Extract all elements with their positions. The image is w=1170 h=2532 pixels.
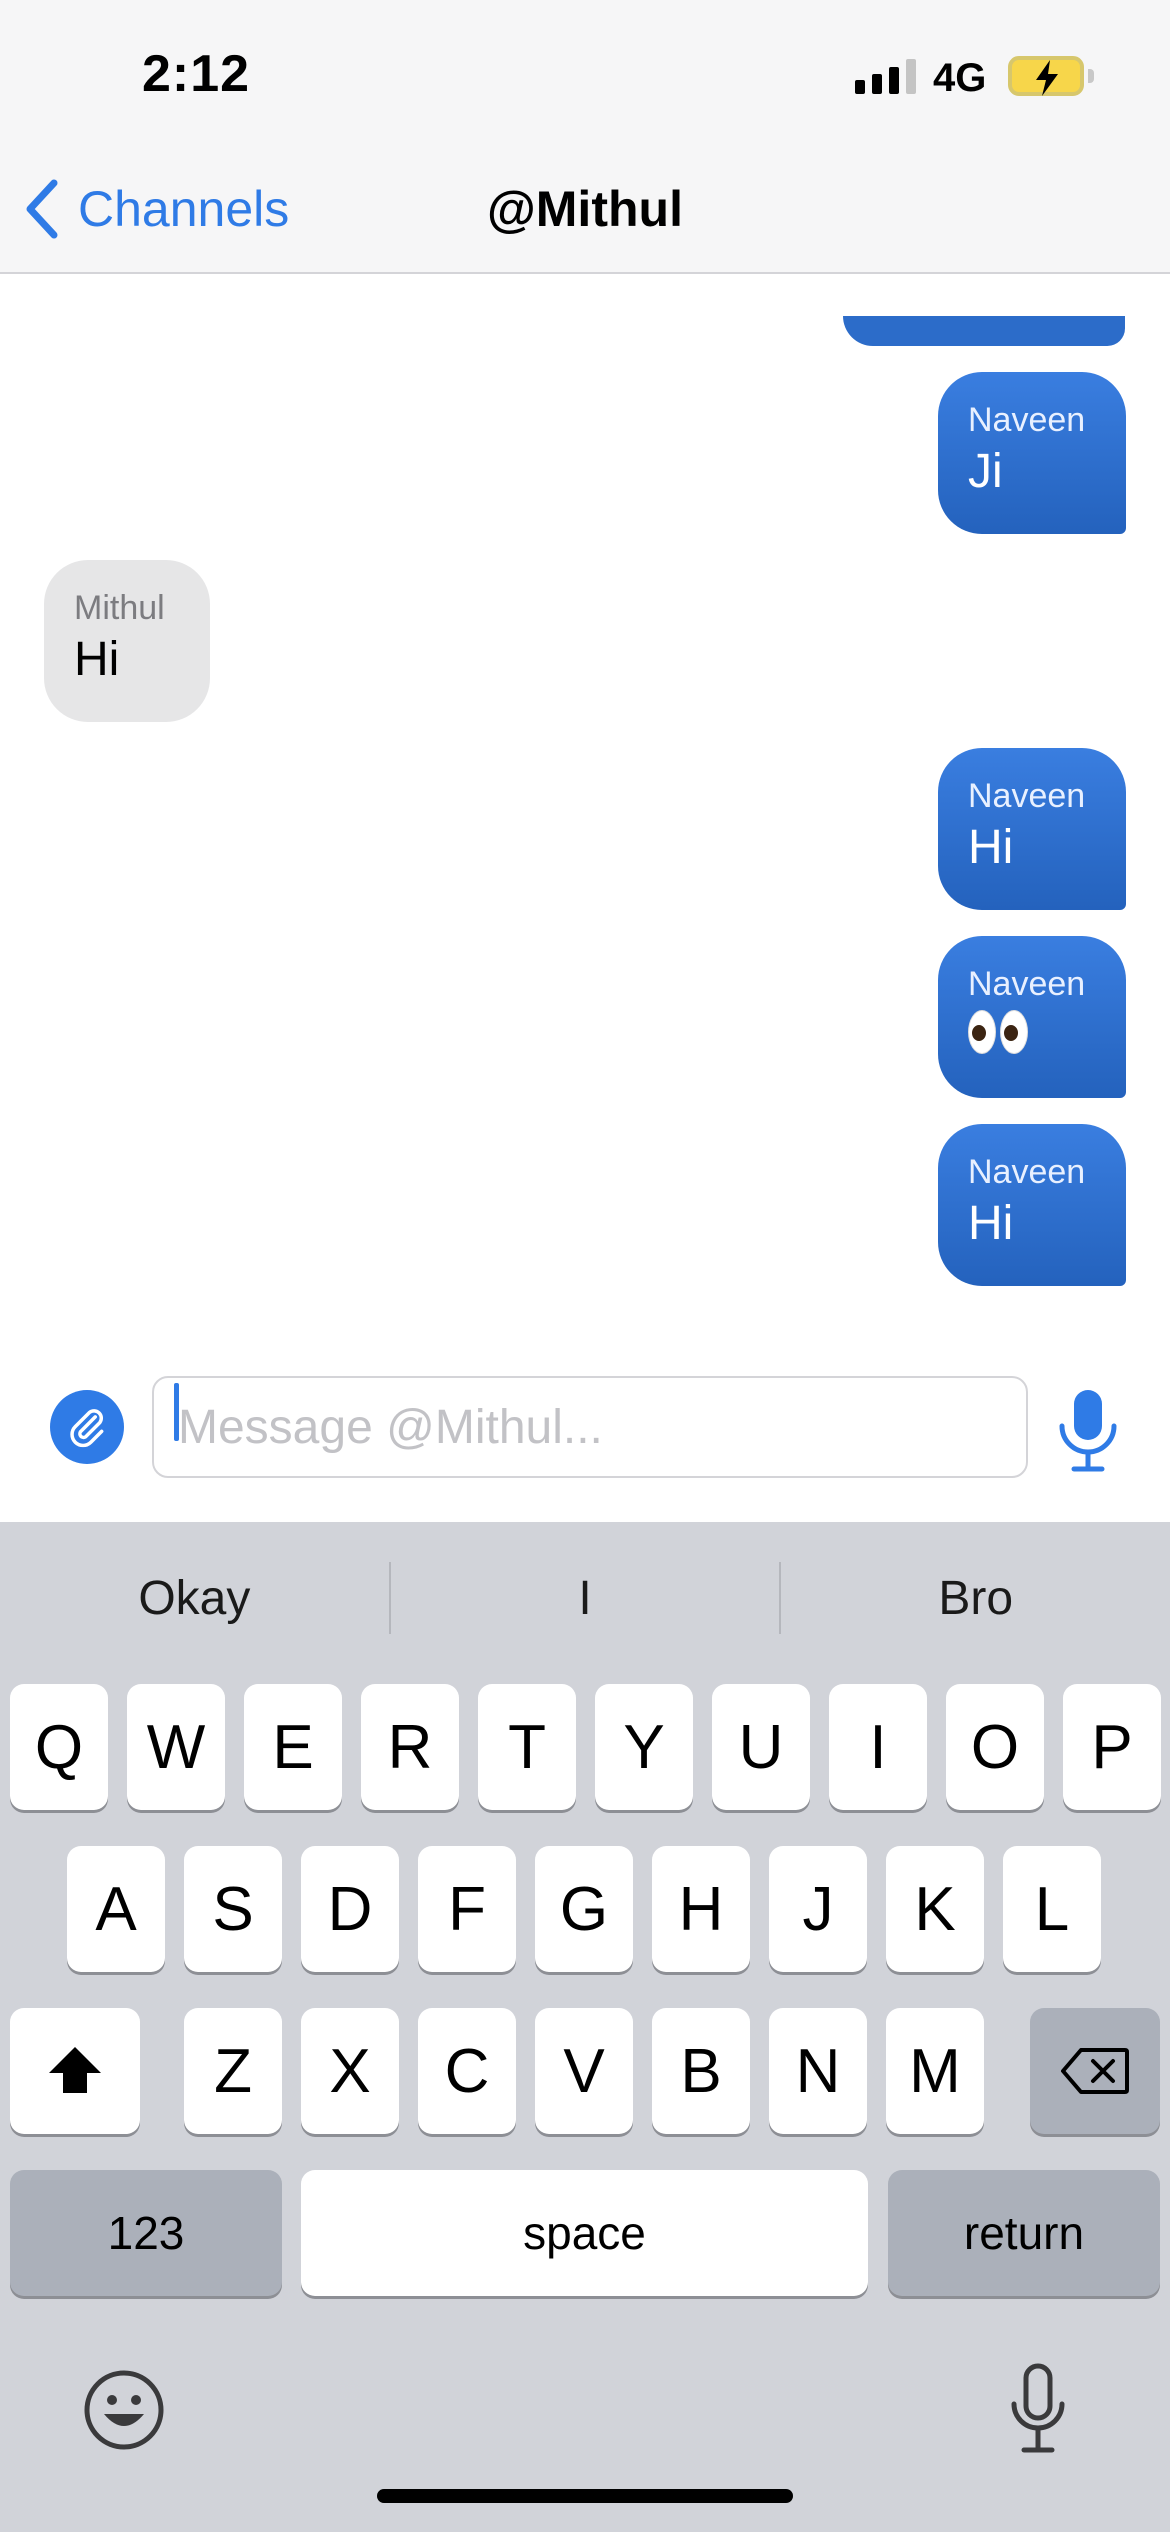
message-bubble-outgoing[interactable]: Naveen — [938, 936, 1126, 1098]
message-bubble-outgoing[interactable]: Naveen Hi — [938, 748, 1126, 910]
message-sender: Naveen — [968, 401, 1086, 439]
home-indicator[interactable] — [377, 2489, 793, 2503]
key-r[interactable]: R — [361, 1684, 459, 1810]
key-u[interactable]: U — [712, 1684, 810, 1810]
battery-icon — [1008, 56, 1084, 96]
key-n[interactable]: N — [769, 2008, 867, 2134]
eye-right — [1000, 1010, 1028, 1054]
key-x[interactable]: X — [301, 2008, 399, 2134]
keyboard: Okay I Bro Q W E R T Y U I O P A S D F G… — [0, 1522, 1170, 2532]
key-g[interactable]: G — [535, 1846, 633, 1972]
suggestion-item[interactable]: Bro — [781, 1571, 1170, 1626]
message-text: Hi — [968, 1197, 1014, 1250]
key-o[interactable]: O — [946, 1684, 1044, 1810]
suggestion-item[interactable]: Okay — [0, 1571, 389, 1626]
key-v[interactable]: V — [535, 2008, 633, 2134]
key-z[interactable]: Z — [184, 2008, 282, 2134]
message-bubble-outgoing[interactable]: Naveen Hi — [938, 1124, 1126, 1286]
shift-icon — [49, 2047, 101, 2093]
message-sender: Naveen — [968, 965, 1086, 1003]
key-i[interactable]: I — [829, 1684, 927, 1810]
shift-key[interactable] — [10, 2008, 140, 2134]
charging-bolt-icon — [1036, 60, 1058, 96]
dictation-button[interactable] — [1008, 2362, 1068, 2458]
key-w[interactable]: W — [127, 1684, 225, 1810]
battery-tip — [1088, 69, 1094, 83]
microphone-icon — [1011, 2363, 1065, 2453]
attach-button[interactable] — [50, 1390, 124, 1464]
key-y[interactable]: Y — [595, 1684, 693, 1810]
message-text: Ji — [968, 445, 1003, 498]
message-sender: Mithul — [74, 589, 165, 627]
key-e[interactable]: E — [244, 1684, 342, 1810]
text-cursor — [174, 1383, 179, 1441]
message-sender: Naveen — [968, 1153, 1086, 1191]
key-d[interactable]: D — [301, 1846, 399, 1972]
status-bar: 2:12 4G — [0, 0, 1170, 150]
status-time: 2:12 — [142, 45, 251, 103]
eye-left — [968, 1010, 996, 1054]
partial-message-bubble — [843, 316, 1125, 346]
cellular-signal-icon — [855, 58, 916, 94]
message-input[interactable] — [152, 1376, 1028, 1478]
key-s[interactable]: S — [184, 1846, 282, 1972]
message-text: Hi — [74, 633, 120, 686]
key-t[interactable]: T — [478, 1684, 576, 1810]
suggestion-item[interactable]: I — [391, 1571, 780, 1626]
key-j[interactable]: J — [769, 1846, 867, 1972]
emoji-icon — [84, 2370, 164, 2450]
emoji-keyboard-button[interactable] — [82, 2368, 166, 2452]
key-m[interactable]: M — [886, 2008, 984, 2134]
microphone-icon — [1059, 1390, 1117, 1472]
key-k[interactable]: K — [886, 1846, 984, 1972]
message-text: Hi — [968, 821, 1014, 874]
space-key[interactable]: space — [301, 2170, 868, 2296]
key-q[interactable]: Q — [10, 1684, 108, 1810]
key-a[interactable]: A — [67, 1846, 165, 1972]
navigation-bar: Channels @Mithul — [0, 150, 1170, 274]
paperclip-icon — [70, 1409, 104, 1448]
key-h[interactable]: H — [652, 1846, 750, 1972]
voice-message-button[interactable] — [1056, 1388, 1120, 1474]
eyes-emoji-icon — [968, 1010, 1028, 1054]
page-title: @Mithul — [487, 181, 683, 237]
delete-key[interactable] — [1030, 2008, 1160, 2134]
message-bubble-incoming[interactable]: Mithul Hi — [44, 560, 210, 722]
numbers-key[interactable]: 123 — [10, 2170, 282, 2296]
suggestion-bar: Okay I Bro — [0, 1522, 1170, 1674]
message-sender: Naveen — [968, 777, 1086, 815]
key-b[interactable]: B — [652, 2008, 750, 2134]
message-bubble-outgoing[interactable]: Naveen Ji — [938, 372, 1126, 534]
backspace-icon — [1061, 2048, 1129, 2094]
key-p[interactable]: P — [1063, 1684, 1161, 1810]
key-c[interactable]: C — [418, 2008, 516, 2134]
return-key[interactable]: return — [888, 2170, 1160, 2296]
network-type: 4G — [933, 56, 987, 100]
message-list[interactable]: Naveen Ji Mithul Hi Naveen Hi Naveen Nav… — [0, 276, 1170, 1326]
key-l[interactable]: L — [1003, 1846, 1101, 1972]
key-f[interactable]: F — [418, 1846, 516, 1972]
